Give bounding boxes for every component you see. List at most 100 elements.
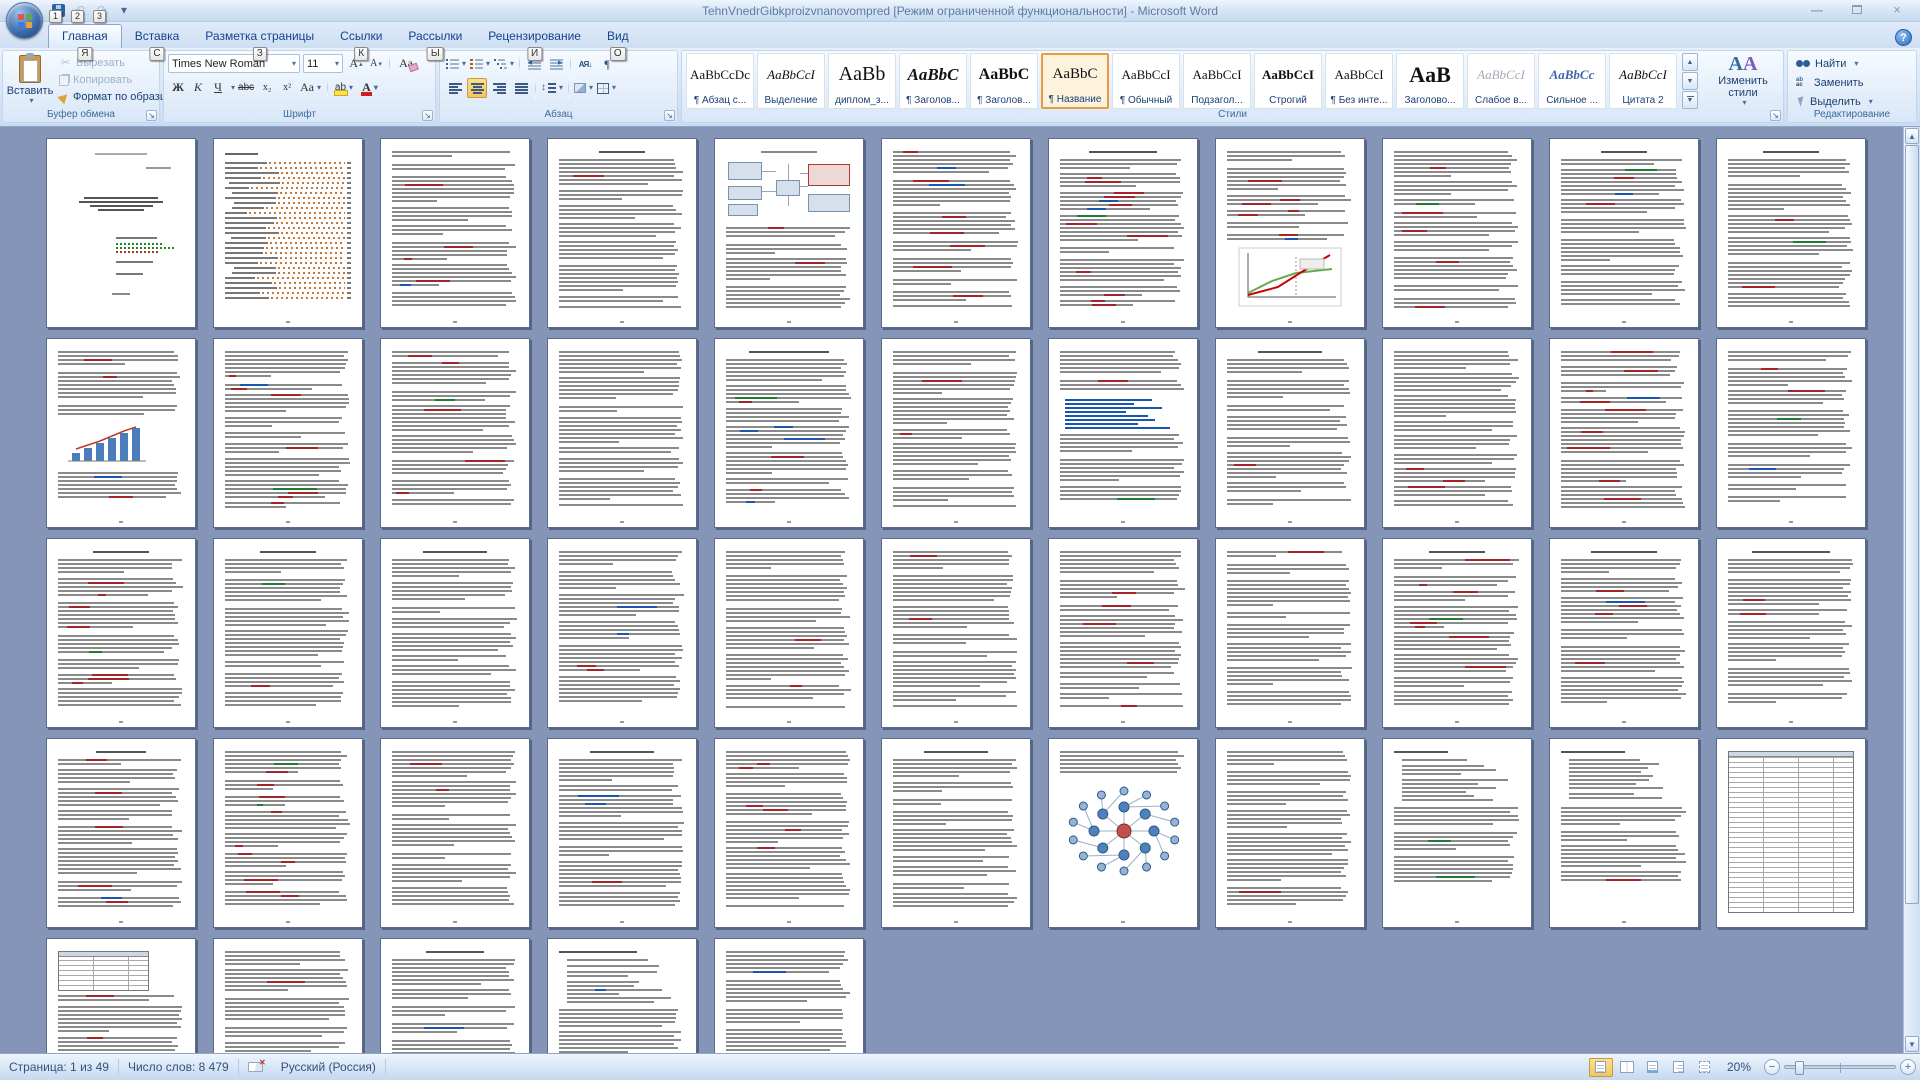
page-thumbnail-15[interactable] <box>547 338 697 528</box>
font-dialog-launcher[interactable]: ↘ <box>422 110 433 121</box>
redo-button[interactable]: ↷ 3 <box>92 1 112 19</box>
align-center-button[interactable] <box>467 78 487 98</box>
sort-button[interactable]: АЯ↓ <box>575 54 595 74</box>
style-chip-Заголово-[interactable]: AaBЗаголово... <box>1396 53 1464 109</box>
font-name-combo[interactable]: Times New Roman ▾ <box>168 54 300 73</box>
document-canvas[interactable] <box>0 127 1903 1053</box>
zoom-level[interactable]: 20% <box>1718 1054 1760 1080</box>
bullets-button[interactable]: ▾ <box>445 54 467 74</box>
tab-Рассылки[interactable]: РассылкиЫ <box>395 25 475 48</box>
page-thumbnail-6[interactable] <box>881 138 1031 328</box>
office-button[interactable] <box>6 2 43 39</box>
zoom-in-button[interactable]: + <box>1900 1059 1916 1075</box>
line-spacing-button[interactable]: ▾ <box>540 78 564 98</box>
page-thumbnail-17[interactable] <box>881 338 1031 528</box>
page-thumbnail-28[interactable] <box>881 538 1031 728</box>
font-size-combo[interactable]: 11 ▾ <box>303 54 343 73</box>
page-thumbnail-40[interactable] <box>1048 738 1198 928</box>
style-chip-Сильное-[interactable]: AaBbCcСильное ... <box>1538 53 1606 109</box>
word-count[interactable]: Число слов: 8 479 <box>119 1054 238 1080</box>
paragraph-dialog-launcher[interactable]: ↘ <box>664 110 675 121</box>
page-thumbnail-22[interactable] <box>1716 338 1866 528</box>
zoom-slider-thumb[interactable] <box>1795 1061 1804 1075</box>
page-thumbnail-13[interactable] <box>213 338 363 528</box>
page-thumbnail-32[interactable] <box>1549 538 1699 728</box>
qat-customize-button[interactable]: ▾ <box>114 1 134 19</box>
page-thumbnail-42[interactable] <box>1382 738 1532 928</box>
page-thumbnail-18[interactable] <box>1048 338 1198 528</box>
page-thumbnail-35[interactable] <box>213 738 363 928</box>
tab-Вставка[interactable]: ВставкаС <box>122 25 193 48</box>
page-thumbnail-30[interactable] <box>1215 538 1365 728</box>
increase-indent-button[interactable] <box>546 54 566 74</box>
tab-Вид[interactable]: ВидО <box>594 25 642 48</box>
page-thumbnail-1[interactable] <box>46 138 196 328</box>
clipboard-dialog-launcher[interactable]: ↘ <box>146 110 157 121</box>
tab-Разметка страницы[interactable]: Разметка страницыЗ <box>192 25 327 48</box>
save-button[interactable]: 1 <box>48 1 68 19</box>
scroll-up-button[interactable]: ▲ <box>1905 128 1919 144</box>
style-chip--Заголов-[interactable]: AaBbC¶ Заголов... <box>970 53 1038 109</box>
clear-formatting-button[interactable]: Аа <box>394 54 418 73</box>
find-button[interactable]: Найти ▾ <box>1788 54 1916 73</box>
page-thumbnail-27[interactable] <box>714 538 864 728</box>
shrink-font-button[interactable]: А▾ <box>367 54 385 73</box>
underline-dropdown-icon[interactable]: ▾ <box>231 84 235 92</box>
page-thumbnail-26[interactable] <box>547 538 697 728</box>
scrollbar-thumb[interactable] <box>1905 145 1919 904</box>
restore-button[interactable] <box>1844 2 1870 17</box>
page-thumbnail-23[interactable] <box>46 538 196 728</box>
superscript-button[interactable]: x² <box>278 78 296 97</box>
close-button[interactable]: × <box>1884 2 1910 17</box>
page-thumbnail-9[interactable] <box>1382 138 1532 328</box>
page-thumbnail-8[interactable] <box>1215 138 1365 328</box>
copy-button[interactable]: Копировать <box>57 73 174 87</box>
view-fullscreen-button[interactable] <box>1615 1058 1639 1077</box>
page-thumbnail-20[interactable] <box>1382 338 1532 528</box>
style-chip-Цитата-2[interactable]: AaBbCcIЦитата 2 <box>1609 53 1677 109</box>
borders-button[interactable]: ▾ <box>596 78 617 98</box>
scroll-down-button[interactable]: ▼ <box>1905 1036 1919 1052</box>
tab-Рецензирование[interactable]: РецензированиеИ <box>475 25 594 48</box>
zoom-slider[interactable] <box>1784 1065 1896 1069</box>
help-button[interactable]: ? <box>1895 29 1912 46</box>
align-right-button[interactable] <box>489 78 509 98</box>
style-chip-Выделение[interactable]: AaBbCcIВыделение <box>757 53 825 109</box>
tab-Ссылки[interactable]: СсылкиК <box>327 25 395 48</box>
page-thumbnail-36[interactable] <box>380 738 530 928</box>
underline-button[interactable]: Ч <box>209 78 227 97</box>
multilevel-list-button[interactable]: ▾ <box>493 54 515 74</box>
undo-button[interactable]: ↶ 2 <box>70 1 90 19</box>
style-chip-Строгий[interactable]: AaBbCcIСтрогий <box>1254 53 1322 109</box>
page-thumbnail-2[interactable] <box>213 138 363 328</box>
view-web-layout-button[interactable] <box>1641 1058 1665 1077</box>
justify-button[interactable] <box>511 78 531 98</box>
font-color-button[interactable]: А▾ <box>358 78 382 97</box>
gallery-more-button[interactable]: ▼ <box>1682 91 1698 109</box>
page-thumbnail-14[interactable] <box>380 338 530 528</box>
format-painter-button[interactable]: Формат по образцу <box>57 90 174 104</box>
page-thumbnail-38[interactable] <box>714 738 864 928</box>
tab-Главная[interactable]: ГлавнаяЯ <box>48 24 122 48</box>
page-thumbnail-5[interactable] <box>714 138 864 328</box>
change-case-button[interactable]: Аа▾ <box>298 78 323 97</box>
page-indicator[interactable]: Страница: 1 из 49 <box>0 1054 118 1080</box>
style-chip--Название[interactable]: AaBbC¶ Название <box>1041 53 1109 109</box>
page-thumbnail-25[interactable] <box>380 538 530 728</box>
strikethrough-button[interactable]: abc <box>236 78 256 97</box>
style-chip--Без-инте-[interactable]: AaBbCcI¶ Без инте... <box>1325 53 1393 109</box>
align-left-button[interactable] <box>445 78 465 98</box>
page-thumbnail-11[interactable] <box>1716 138 1866 328</box>
styles-dialog-launcher[interactable]: ↘ <box>1770 110 1781 121</box>
page-thumbnail-19[interactable] <box>1215 338 1365 528</box>
page-thumbnail-47[interactable] <box>380 938 530 1053</box>
page-thumbnail-4[interactable] <box>547 138 697 328</box>
page-thumbnail-24[interactable] <box>213 538 363 728</box>
page-thumbnail-31[interactable] <box>1382 538 1532 728</box>
view-outline-button[interactable] <box>1667 1058 1691 1077</box>
style-chip-Подзагол-[interactable]: AaBbCcIПодзагол... <box>1183 53 1251 109</box>
view-draft-button[interactable] <box>1693 1058 1717 1077</box>
page-thumbnail-16[interactable] <box>714 338 864 528</box>
page-thumbnail-48[interactable] <box>547 938 697 1053</box>
page-thumbnail-46[interactable] <box>213 938 363 1053</box>
